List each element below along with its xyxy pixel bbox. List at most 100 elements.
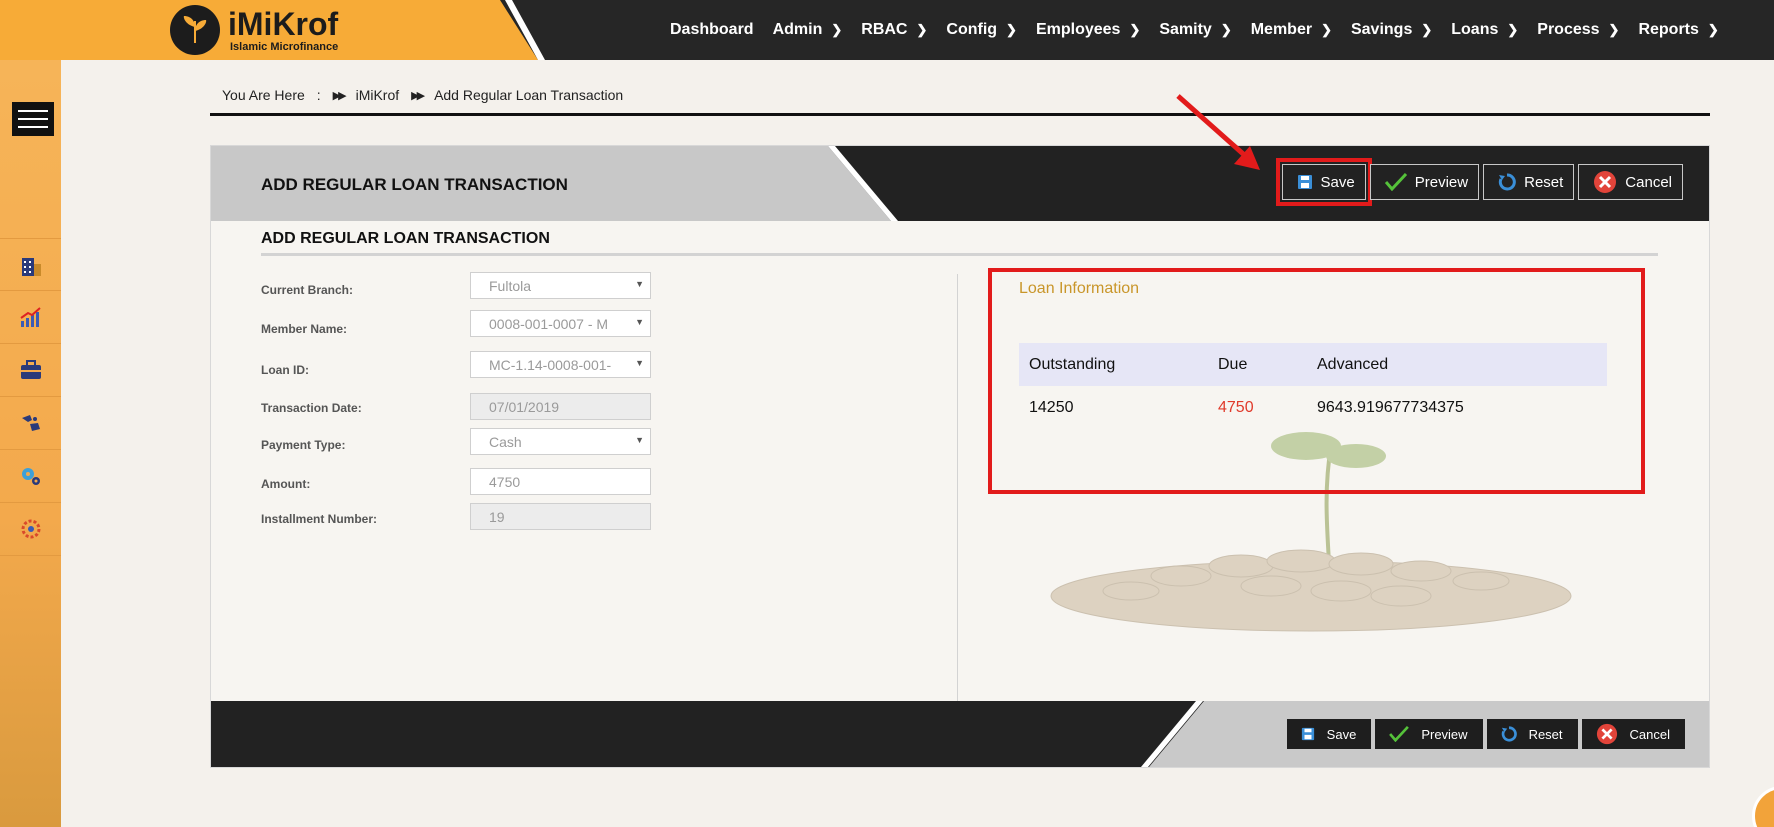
nav-item-loans[interactable]: Loans ❯	[1451, 21, 1518, 39]
due-header: Due	[1218, 355, 1248, 373]
member-name-label: Member Name:	[261, 321, 348, 336]
panel-header: ADD REGULAR LOAN TRANSACTION Save Previe…	[211, 146, 1709, 221]
installment-number-field: 19	[470, 503, 651, 530]
footer-reset-button[interactable]: Reset	[1486, 719, 1578, 749]
breadcrumb: You Are Here : ▶▶ iMiKrof ▶▶ Add Regular…	[222, 87, 623, 103]
section-divider	[261, 253, 1658, 256]
floppy-disk-icon	[1297, 174, 1313, 190]
transaction-date-label: Transaction Date:	[261, 400, 362, 415]
refresh-icon	[1498, 173, 1516, 191]
footer-preview-button[interactable]: Preview	[1375, 719, 1483, 749]
double-chevron-icon: ▶▶	[411, 89, 425, 102]
handshake-icon[interactable]	[0, 397, 61, 450]
footer-cancel-button[interactable]: Cancel	[1581, 719, 1685, 749]
column-divider	[957, 274, 958, 704]
chevron-right-icon: ❯	[916, 22, 928, 37]
payment-type-label: Payment Type:	[261, 437, 346, 452]
member-name-select[interactable]: 0008-001-0007 - M ▼	[470, 310, 651, 337]
table-header-row: Outstanding Due Advanced	[1019, 343, 1607, 386]
due-value: 4750	[1218, 398, 1254, 416]
checkmark-icon	[1389, 726, 1410, 742]
outstanding-header: Outstanding	[1029, 355, 1116, 373]
page-title: ADD REGULAR LOAN TRANSACTION	[261, 175, 568, 194]
loan-id-label: Loan ID:	[261, 362, 309, 377]
close-circle-icon	[1593, 170, 1617, 194]
form-row-amount: Amount: 4750	[261, 468, 651, 495]
amount-label: Amount:	[261, 476, 311, 491]
brand-name[interactable]: iMiKrof	[228, 6, 338, 43]
chevron-right-icon: ❯	[1220, 22, 1232, 37]
annotation-arrow-icon	[1176, 94, 1260, 170]
nav-item-rbac[interactable]: RBAC ❯	[861, 21, 927, 39]
gears-icon[interactable]	[0, 450, 61, 503]
payment-type-select[interactable]: Cash ▼	[470, 428, 651, 455]
briefcase-icon[interactable]	[0, 344, 61, 397]
main-nav: Dashboard Admin ❯ RBAC ❯ Config ❯ Employees…	[670, 0, 1738, 60]
form-row-loan-id: Loan ID: MC-1.14-0008-001- ▼	[261, 351, 651, 378]
save-button[interactable]: Save	[1275, 158, 1372, 206]
transaction-date-field: 07/01/2019	[470, 393, 651, 420]
loan-information-title: Loan Information	[1019, 280, 1140, 297]
nav-item-process[interactable]: Process ❯	[1537, 21, 1619, 39]
dropdown-arrow-icon: ▼	[635, 358, 644, 368]
table-row: 14250 4750 9643.919677734375	[1019, 386, 1607, 429]
brand-tagline: Islamic Microfinance	[230, 41, 339, 53]
building-icon[interactable]	[0, 238, 61, 291]
chevron-right-icon: ❯	[1321, 22, 1332, 37]
close-circle-icon	[1596, 723, 1618, 745]
settings-gear-icon[interactable]	[0, 503, 61, 556]
amount-input[interactable]: 4750	[470, 468, 651, 495]
panel-footer: Save Preview Reset Cancel	[211, 701, 1709, 767]
installment-number-label: Installment Number:	[261, 511, 378, 526]
floppy-disk-icon	[1301, 727, 1315, 741]
reset-button[interactable]: Reset	[1483, 164, 1575, 200]
cancel-button[interactable]: Cancel	[1578, 164, 1683, 200]
chevron-right-icon: ❯	[831, 22, 843, 37]
dropdown-arrow-icon: ▼	[635, 435, 644, 445]
double-chevron-icon: ▶▶	[332, 89, 347, 102]
hamburger-menu-icon[interactable]	[12, 102, 54, 136]
outstanding-value: 14250	[1029, 398, 1074, 416]
loan-information-table: Outstanding Due Advanced 14250 4750 9643…	[1019, 343, 1607, 429]
advanced-value: 9643.919677734375	[1317, 398, 1464, 416]
current-branch-label: Current Branch:	[261, 282, 354, 297]
breadcrumb-colon: :	[316, 87, 321, 103]
chevron-right-icon: ❯	[1507, 22, 1519, 37]
footer-save-button[interactable]: Save	[1286, 719, 1372, 749]
breadcrumb-item-home[interactable]: iMiKrof	[356, 87, 400, 103]
chevron-right-icon: ❯	[1006, 22, 1017, 37]
nav-item-employees[interactable]: Employees ❯	[1036, 21, 1140, 39]
logo-leaf-icon[interactable]	[170, 5, 220, 55]
form-row-installment-number: Installment Number: 19	[261, 503, 651, 530]
top-navbar: iMiKrof Islamic Microfinance Dashboard A…	[0, 0, 1774, 60]
scroll-top-button[interactable]	[1752, 786, 1774, 827]
breadcrumb-prefix: You Are Here	[222, 87, 305, 103]
current-branch-select[interactable]: Fultola ▼	[470, 272, 651, 299]
growth-chart-icon[interactable]	[0, 291, 61, 344]
preview-button[interactable]: Preview	[1369, 164, 1480, 200]
breadcrumb-divider	[210, 113, 1710, 116]
nav-item-samity[interactable]: Samity ❯	[1159, 21, 1231, 39]
chevron-right-icon: ❯	[1421, 22, 1433, 37]
loan-id-select[interactable]: MC-1.14-0008-001- ▼	[470, 351, 651, 378]
chevron-right-icon: ❯	[1707, 22, 1719, 37]
advanced-header: Advanced	[1317, 355, 1389, 373]
refresh-icon	[1501, 726, 1517, 742]
left-sidebar	[0, 60, 61, 827]
checkmark-icon	[1384, 173, 1407, 191]
nav-item-config[interactable]: Config ❯	[946, 21, 1017, 39]
form-row-payment-type: Payment Type: Cash ▼	[261, 428, 651, 455]
transaction-panel: ADD REGULAR LOAN TRANSACTION Save Previe…	[210, 145, 1710, 768]
nav-item-admin[interactable]: Admin ❯	[773, 21, 843, 39]
nav-item-dashboard[interactable]: Dashboard	[670, 21, 754, 39]
nav-item-savings[interactable]: Savings ❯	[1351, 21, 1432, 39]
nav-item-member[interactable]: Member ❯	[1251, 21, 1332, 39]
nav-item-reports[interactable]: Reports ❯	[1638, 21, 1718, 39]
loan-information-box: Loan Information Outstanding Due Advance…	[988, 268, 1645, 494]
chevron-right-icon: ❯	[1608, 22, 1620, 37]
form-row-current-branch: Current Branch: Fultola ▼	[261, 272, 651, 299]
chevron-right-icon: ❯	[1129, 22, 1141, 37]
breadcrumb-item-current: Add Regular Loan Transaction	[434, 87, 624, 103]
form-row-transaction-date: Transaction Date: 07/01/2019	[261, 393, 651, 420]
dropdown-arrow-icon: ▼	[635, 279, 644, 289]
